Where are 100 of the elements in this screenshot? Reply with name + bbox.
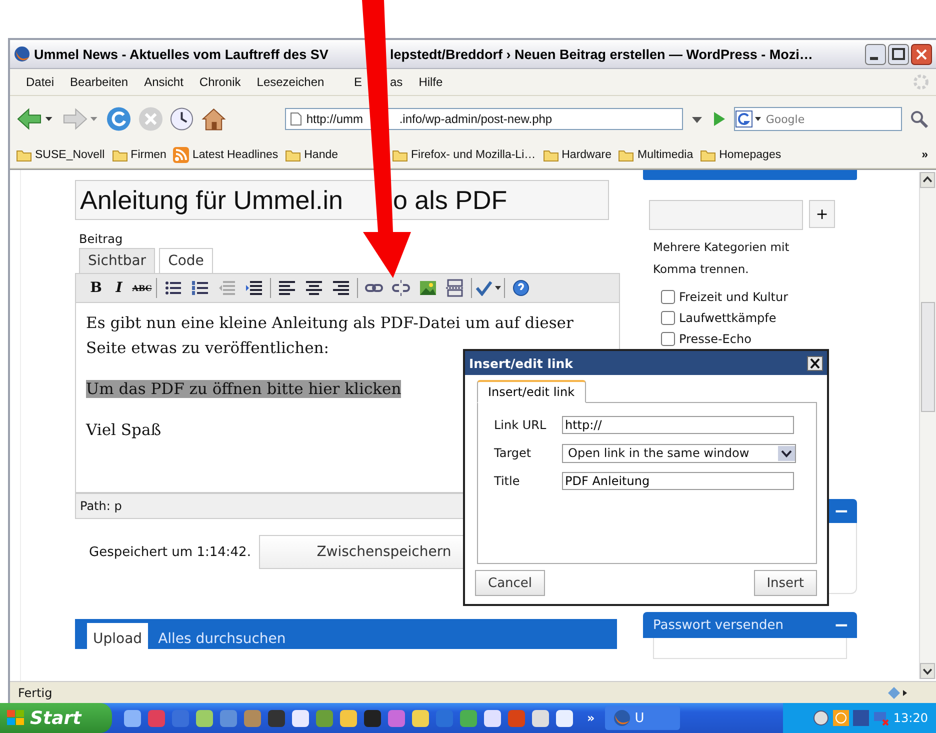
quick-launch-icon[interactable] — [412, 710, 429, 726]
more-button[interactable]: » — [587, 711, 595, 725]
menu-item[interactable]: Lesezeichen — [248, 75, 332, 89]
checkbox[interactable] — [661, 290, 675, 304]
bookmark-item[interactable]: SUSE_Novell — [16, 147, 105, 163]
quick-launch-icon[interactable] — [364, 710, 381, 726]
panel-title: Passwort versenden — [653, 618, 784, 632]
menu-item[interactable]: Chronik — [191, 75, 249, 89]
quick-launch-icon[interactable] — [340, 710, 357, 726]
menu-item[interactable]: Ansicht — [136, 75, 192, 89]
quick-launch-icon[interactable] — [124, 710, 141, 726]
bookmark-item[interactable]: Multimedia — [618, 147, 694, 163]
input-field[interactable]: PDF Anleitung — [562, 472, 794, 490]
bold-button[interactable]: B — [86, 277, 106, 299]
quick-launch-icon[interactable] — [484, 710, 501, 726]
page-break-icon[interactable] — [446, 279, 464, 297]
add-category-button[interactable]: + — [809, 200, 835, 228]
quick-launch-icon[interactable] — [196, 710, 213, 726]
close-icon[interactable] — [807, 356, 823, 370]
paragraph: Es gibt nun eine kleine Anleitung als PDF-Datei um auf dieser Seite etwas zu veröffentlichen: — [86, 314, 574, 357]
align-right-icon[interactable] — [332, 279, 350, 297]
unlink-icon[interactable] — [392, 279, 410, 297]
quick-launch-icon[interactable] — [292, 710, 309, 726]
puzzle-icon — [886, 685, 908, 701]
tray-icon[interactable] — [853, 710, 870, 726]
bullet-list-icon[interactable] — [164, 279, 182, 297]
align-center-icon[interactable] — [305, 279, 323, 297]
quick-launch-icon[interactable] — [268, 710, 285, 726]
dialog-title: Insert/edit link — [469, 356, 573, 370]
category-label: Laufwettkämpfe — [679, 310, 776, 324]
checkbox[interactable] — [661, 332, 675, 346]
search-engine-icon[interactable] — [734, 110, 763, 128]
tray-icon[interactable] — [833, 710, 850, 726]
input-field[interactable]: http:// — [562, 416, 794, 434]
paragraph: Um das PDF zu öffnen bitte hier klicken — [86, 380, 402, 398]
search-box[interactable]: Google — [734, 107, 902, 131]
home-icon[interactable] — [200, 106, 226, 132]
saved-status: Gespeichert um 1:14:42. — [89, 544, 251, 560]
more-bookmarks-button[interactable]: » — [922, 149, 928, 161]
scroll-up-icon[interactable] — [920, 172, 935, 188]
caret-icon[interactable] — [778, 446, 795, 460]
menu-item[interactable]: Bearbeiten — [62, 75, 136, 89]
menu-item[interactable]: E — [346, 75, 362, 89]
taskbar-button[interactable]: U — [604, 706, 680, 730]
bookmark-item[interactable]: Hardware — [542, 147, 612, 163]
maximize-icon[interactable] — [888, 44, 909, 64]
close-icon[interactable] — [911, 44, 932, 64]
quick-launch-icon[interactable] — [556, 710, 573, 726]
bookmark-item[interactable]: Latest Headlines — [173, 147, 278, 163]
quick-launch-icon[interactable] — [532, 710, 549, 726]
reload-icon[interactable] — [106, 106, 132, 132]
windows-logo-icon — [6, 709, 26, 727]
scrollbar[interactable] — [919, 172, 936, 679]
category-label: Presse-Echo — [679, 332, 752, 346]
window-title: Ummel News - Aktuelles vom Lauftreff des SV — [34, 46, 330, 62]
scroll-down-icon[interactable] — [920, 663, 935, 679]
collapse-button[interactable]: − — [826, 500, 857, 522]
field-label: Link URL — [494, 418, 548, 432]
category-label: Freizeit und Kultur — [679, 290, 788, 304]
menu-item[interactable]: as — [390, 75, 411, 89]
clock: 13:20 — [893, 711, 928, 725]
scroll-thumb[interactable] — [921, 302, 935, 412]
editor-tab[interactable]: Code — [159, 248, 213, 273]
cancel-button[interactable]: Cancel — [475, 570, 546, 596]
numbered-list-icon[interactable] — [191, 279, 209, 297]
collapse-button[interactable]: − — [826, 614, 857, 636]
bookmark-item[interactable]: Firefox- und Mozilla-Li… — [392, 147, 536, 163]
search-icon[interactable] — [908, 108, 930, 130]
bookmark-item[interactable]: Firmen — [112, 147, 166, 163]
spellcheck-icon[interactable] — [475, 280, 501, 296]
status-text: Fertig — [18, 686, 52, 700]
field-label: Target — [494, 446, 532, 460]
editor-tab[interactable]: Sichtbar — [79, 248, 156, 273]
browser-logo-icon — [14, 46, 30, 62]
dialog-tab[interactable]: Insert/edit link — [477, 380, 586, 403]
strikethrough-button[interactable]: ABC — [132, 277, 152, 299]
checkbox[interactable] — [661, 310, 675, 324]
menu-item[interactable]: Datei — [18, 75, 62, 89]
align-left-icon[interactable] — [278, 279, 296, 297]
clock-icon[interactable] — [169, 106, 195, 132]
hint-text: Mehrere Kategorien mit Komma trennen. — [653, 239, 790, 278]
indent-icon[interactable] — [245, 279, 263, 297]
minimize-icon[interactable] — [865, 44, 886, 64]
bookmark-item[interactable]: Homepages — [700, 147, 782, 163]
bookmark-item[interactable]: Hande — [285, 147, 338, 163]
tray-icon[interactable] — [813, 710, 830, 726]
field-label: Title — [494, 474, 521, 488]
target-dropdown[interactable]: Open link in the same window — [562, 444, 796, 462]
image-icon[interactable] — [419, 279, 437, 297]
section-label: Beitrag — [79, 232, 124, 246]
throbber-icon — [912, 73, 930, 91]
post-title-field[interactable]: Anleitung für Ummel.in o als PDF — [75, 180, 609, 220]
italic-button[interactable]: I — [109, 277, 129, 299]
insert-button[interactable]: Insert — [754, 570, 817, 596]
address-field[interactable]: http://umm .info/wp-admin/post-new.php — [285, 108, 682, 130]
page-icon — [290, 112, 302, 126]
category-field[interactable] — [649, 200, 803, 230]
help-icon[interactable] — [512, 279, 530, 297]
media-tab[interactable]: Alles durchsuchen — [152, 623, 292, 655]
menu-item[interactable]: Hilfe — [410, 75, 451, 89]
